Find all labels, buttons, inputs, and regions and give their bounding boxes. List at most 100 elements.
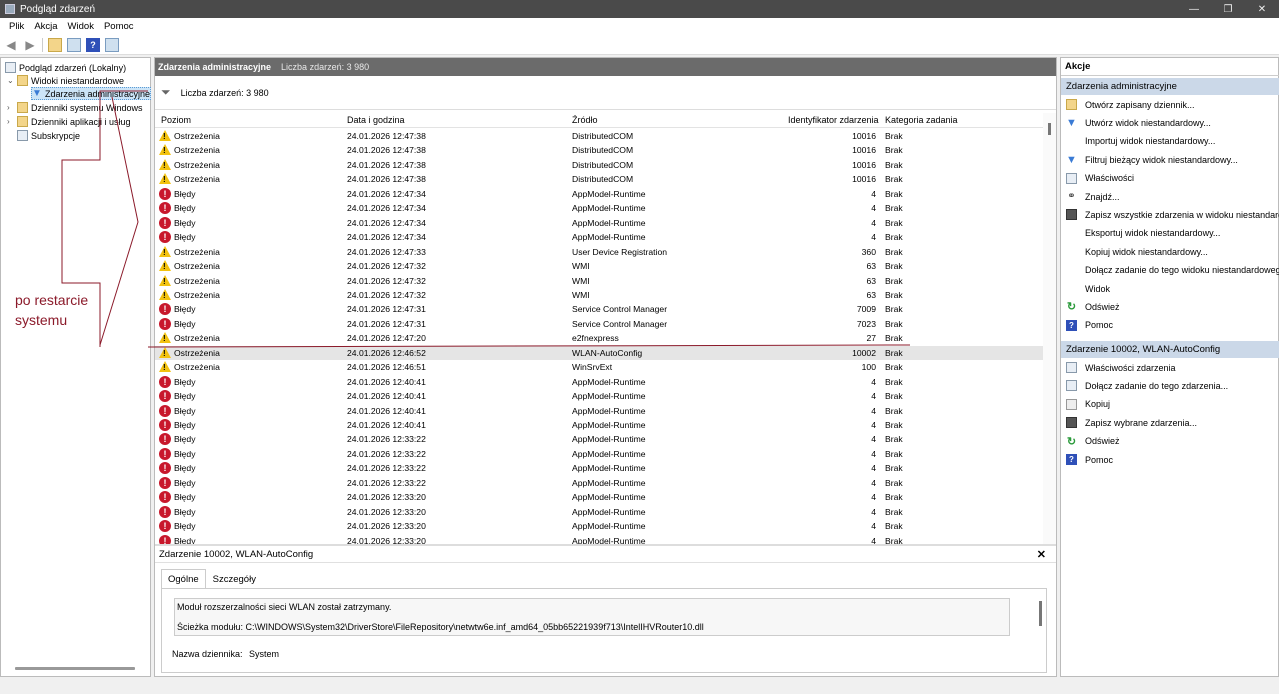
message-scrollbar[interactable] bbox=[1039, 601, 1042, 626]
table-row[interactable]: ! Błędy 24.01.2026 12:40:41 AppModel-Runtim… bbox=[155, 389, 1043, 404]
table-row[interactable]: Ostrzeżenia 24.01.2026 12:47:33 User Devic… bbox=[155, 245, 1043, 260]
cell-date: 24.01.2026 12:47:34 bbox=[347, 217, 426, 228]
chevron-down-icon[interactable]: ⌄ bbox=[7, 76, 17, 85]
menu-view[interactable]: Widok bbox=[63, 21, 99, 32]
tree-item-admin-events[interactable]: ▼ Zdarzenia administracyjne bbox=[31, 87, 151, 100]
table-row[interactable]: Ostrzeżenia 24.01.2026 12:47:20 e2fnexpres… bbox=[155, 331, 1043, 346]
action-item[interactable]: Kopiuj widok niestandardowy... bbox=[1061, 243, 1279, 260]
chevron-right-icon[interactable]: › bbox=[7, 103, 17, 112]
action-item[interactable]: ? Pomoc bbox=[1061, 317, 1279, 334]
table-row[interactable]: Ostrzeżenia 24.01.2026 12:47:32 WMI 63 Brak bbox=[155, 274, 1043, 289]
table-row[interactable]: ! Błędy 24.01.2026 12:47:34 AppModel-Runtim… bbox=[155, 230, 1043, 245]
action-item[interactable]: Zapisz wszystkie zdarzenia w widoku nies… bbox=[1061, 206, 1279, 223]
cell-date: 24.01.2026 12:40:41 bbox=[347, 405, 426, 416]
tree-item-label: Zdarzenia administracyjne bbox=[44, 88, 150, 99]
action-item[interactable]: Zapisz wybrane zdarzenia... bbox=[1061, 414, 1279, 431]
forward-arrow-icon[interactable]: ▶ bbox=[23, 38, 37, 52]
cell-date: 24.01.2026 12:40:41 bbox=[347, 420, 426, 430]
action-item[interactable]: ▼ Utwórz widok niestandardowy... bbox=[1061, 114, 1279, 131]
menu-help[interactable]: Pomoc bbox=[99, 21, 139, 32]
action-item[interactable]: Dołącz zadanie do tego widoku niestandar… bbox=[1061, 262, 1279, 279]
table-row[interactable]: Ostrzeżenia 24.01.2026 12:47:38 Distribute… bbox=[155, 158, 1043, 173]
tree-item-app-logs[interactable]: › Dzienniki aplikacji i usług bbox=[7, 115, 131, 128]
table-row[interactable]: ! Błędy 24.01.2026 12:40:41 AppModel-Runtim… bbox=[155, 418, 1043, 433]
cell-date: 24.01.2026 12:47:38 bbox=[347, 131, 426, 141]
table-row[interactable]: Ostrzeżenia 24.01.2026 12:47:32 WMI 63 Brak bbox=[155, 288, 1043, 303]
close-detail-icon[interactable]: ✕ bbox=[1037, 548, 1046, 561]
table-row[interactable]: ! Błędy 24.01.2026 12:33:20 AppModel-Runtim… bbox=[155, 490, 1043, 505]
show-hide-console-tree-icon[interactable] bbox=[67, 37, 81, 52]
show-hide-action-pane-icon[interactable] bbox=[105, 37, 119, 52]
action-item[interactable]: Dołącz zadanie do tego zdarzenia... bbox=[1061, 377, 1279, 394]
table-row[interactable]: ! Błędy 24.01.2026 12:47:34 AppModel-Runtim… bbox=[155, 216, 1043, 231]
title-bar: Podgląd zdarzeń — ❐ ✕ bbox=[0, 0, 1279, 18]
event-message[interactable]: Moduł rozszerzalności sieci WLAN został … bbox=[174, 598, 1010, 636]
chevron-right-icon[interactable]: › bbox=[7, 117, 17, 126]
column-header-event-id[interactable]: Identyfikator zdarzenia bbox=[788, 115, 879, 125]
column-header-task-category[interactable]: Kategoria zadania bbox=[885, 115, 958, 125]
table-row[interactable]: ! Błędy 24.01.2026 12:33:22 AppModel-Runtim… bbox=[155, 476, 1043, 491]
action-item[interactable]: Widok bbox=[1061, 280, 1279, 297]
splitter[interactable] bbox=[155, 544, 1056, 546]
tree-item-label: Widoki niestandardowe bbox=[31, 75, 125, 86]
table-row[interactable]: Ostrzeżenia 24.01.2026 12:47:32 WMI 63 Brak bbox=[155, 259, 1043, 274]
menu-action[interactable]: Akcja bbox=[29, 21, 62, 32]
table-row[interactable]: ! Błędy 24.01.2026 12:47:31 Service Control… bbox=[155, 302, 1043, 317]
table-row[interactable]: ! Błędy 24.01.2026 12:47:31 Service Control… bbox=[155, 317, 1043, 332]
table-row[interactable]: Ostrzeżenia 24.01.2026 12:47:38 Distribute… bbox=[155, 129, 1043, 144]
tab-general[interactable]: Ogólne bbox=[161, 569, 206, 589]
cell-date: 24.01.2026 12:47:34 bbox=[347, 232, 426, 243]
action-item[interactable]: ▼ Filtruj bieżący widok niestandardowy... bbox=[1061, 151, 1279, 168]
column-header-level[interactable]: Poziom bbox=[161, 115, 191, 125]
tree-item-custom-views[interactable]: ⌄ Widoki niestandardowe bbox=[7, 74, 124, 87]
table-row[interactable]: ! Błędy 24.01.2026 12:33:20 AppModel-Runtim… bbox=[155, 534, 1043, 544]
tab-details[interactable]: Szczegóły bbox=[206, 569, 263, 589]
actions-section-header[interactable]: Zdarzenie 10002, WLAN-AutoConfig bbox=[1061, 341, 1279, 358]
table-row[interactable]: ! Błędy 24.01.2026 12:33:20 AppModel-Runtim… bbox=[155, 519, 1043, 534]
table-row[interactable]: Ostrzeżenia 24.01.2026 12:46:52 WLAN-AutoC… bbox=[155, 345, 1043, 361]
table-row[interactable]: Ostrzeżenia 24.01.2026 12:47:38 Distribute… bbox=[155, 143, 1043, 158]
cell-source: WMI bbox=[572, 275, 590, 286]
column-header-date[interactable]: Data i godzina bbox=[347, 115, 405, 125]
action-item[interactable]: Eksportuj widok niestandardowy... bbox=[1061, 225, 1279, 242]
action-item[interactable]: ↻ Odśwież bbox=[1061, 433, 1279, 450]
table-row[interactable]: Ostrzeżenia 24.01.2026 12:47:38 Distribute… bbox=[155, 172, 1043, 187]
table-row[interactable]: ! Błędy 24.01.2026 12:33:20 AppModel-Runtim… bbox=[155, 505, 1043, 520]
action-item[interactable]: Właściwości zdarzenia bbox=[1061, 359, 1279, 376]
minimize-button[interactable]: — bbox=[1177, 4, 1211, 15]
cell-task-category: Brak bbox=[885, 131, 903, 141]
error-icon: ! bbox=[159, 433, 171, 446]
table-row[interactable]: ! Błędy 24.01.2026 12:47:34 AppModel-Runtim… bbox=[155, 187, 1043, 202]
up-folder-icon[interactable] bbox=[48, 37, 62, 52]
table-row[interactable]: Ostrzeżenia 24.01.2026 12:46:51 WinSrvExt 1… bbox=[155, 360, 1043, 375]
menu-file[interactable]: Plik bbox=[4, 21, 29, 32]
table-row[interactable]: ! Błędy 24.01.2026 12:40:41 AppModel-Runtim… bbox=[155, 404, 1043, 419]
action-item[interactable]: ↻ Odśwież bbox=[1061, 298, 1279, 315]
cell-source: DistributedCOM bbox=[572, 159, 634, 170]
tree-item-root[interactable]: Podgląd zdarzeń (Lokalny) bbox=[5, 61, 126, 74]
table-vertical-scrollbar[interactable] bbox=[1043, 113, 1056, 544]
action-item[interactable]: ? Pomoc bbox=[1061, 451, 1279, 468]
horizontal-scrollbar[interactable] bbox=[15, 667, 135, 670]
help-icon[interactable]: ? bbox=[86, 37, 100, 52]
scrollbar-thumb[interactable] bbox=[1048, 123, 1051, 135]
table-row[interactable]: ! Błędy 24.01.2026 12:40:41 AppModel-Runtim… bbox=[155, 375, 1043, 390]
maximize-button[interactable]: ❐ bbox=[1211, 4, 1245, 15]
blank-icon bbox=[1066, 228, 1077, 239]
back-arrow-icon[interactable]: ◀ bbox=[4, 38, 18, 52]
tree-item-windows-logs[interactable]: › Dzienniki systemu Windows bbox=[7, 101, 143, 114]
actions-section-header[interactable]: Zdarzenia administracyjne bbox=[1061, 78, 1279, 95]
table-row[interactable]: ! Błędy 24.01.2026 12:33:22 AppModel-Runtim… bbox=[155, 461, 1043, 476]
action-item[interactable]: Importuj widok niestandardowy... bbox=[1061, 133, 1279, 150]
action-item[interactable]: Otwórz zapisany dziennik... bbox=[1061, 96, 1279, 113]
close-window-button[interactable]: ✕ bbox=[1245, 4, 1279, 15]
table-row[interactable]: ! Błędy 24.01.2026 12:33:22 AppModel-Runtim… bbox=[155, 447, 1043, 462]
action-item[interactable]: Właściwości bbox=[1061, 170, 1279, 187]
action-item[interactable]: Kopiuj bbox=[1061, 396, 1279, 413]
table-row[interactable]: ! Błędy 24.01.2026 12:33:22 AppModel-Runtim… bbox=[155, 432, 1043, 447]
tree-item-subscriptions[interactable]: Subskrypcje bbox=[17, 129, 80, 142]
table-row[interactable]: ! Błędy 24.01.2026 12:47:34 AppModel-Runtim… bbox=[155, 201, 1043, 216]
action-item[interactable]: ⚭ Znajdź... bbox=[1061, 188, 1279, 205]
column-header-source[interactable]: Źródło bbox=[572, 115, 598, 125]
cell-source: DistributedCOM bbox=[572, 131, 634, 141]
